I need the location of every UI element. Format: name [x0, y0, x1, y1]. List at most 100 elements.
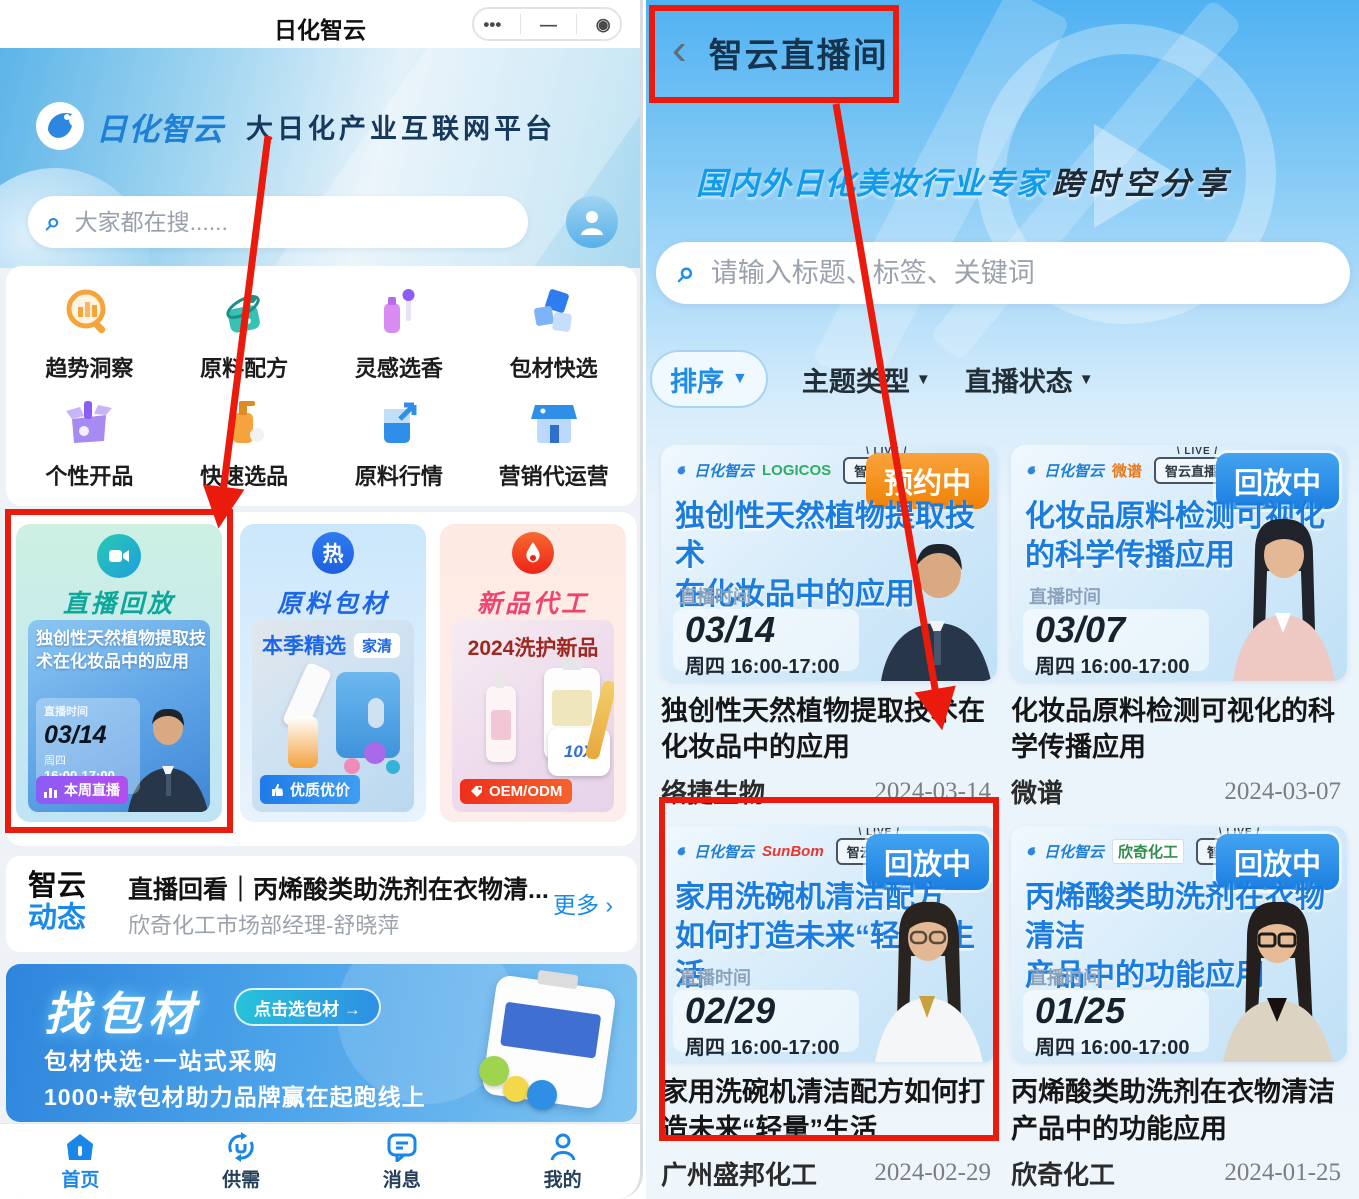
live-search-input[interactable] — [709, 257, 1328, 290]
materials-card[interactable]: 热 原料包材 本季精选 家清 — [240, 524, 426, 822]
grid-item-material-market[interactable]: 原料行情 — [322, 388, 477, 496]
tab-messages[interactable]: 消息 — [322, 1124, 483, 1199]
message-icon — [387, 1132, 417, 1162]
back-button[interactable]: ‹ — [672, 28, 687, 72]
banner-line2: 1000+款包材助力品牌赢在起跑线上 — [44, 1078, 426, 1112]
grid-label: 趋势洞察 — [45, 351, 133, 383]
live-room-screen: ‹ 智云直播间 国内外日化美妆行业专家跨时空分享 ⌕ 排序 ▼ 主题类型 ▼ 直… — [646, 0, 1359, 1199]
sort-filter[interactable]: 排序 ▼ — [650, 350, 768, 408]
brand-mini-logo: 日化智云 — [1023, 460, 1104, 481]
pink-pump-graphic — [486, 686, 516, 762]
tab-profile[interactable]: 我的 — [482, 1124, 643, 1199]
formula-atom-icon — [215, 285, 273, 343]
partner-logo-logicos: LOGICOS — [762, 462, 831, 479]
more-button[interactable]: ••• — [483, 16, 501, 33]
grid-item-packaging-quickpick[interactable]: 包材快选 — [476, 280, 631, 388]
brand-fish-icon — [673, 843, 690, 860]
date-panel: 01/25 周四 16:00-17:00 — [1023, 990, 1209, 1052]
live-card-caption[interactable]: 丙烯酸类助洗剂在衣物清洁产品中的功能应用 — [1011, 1074, 1347, 1146]
live-card-caption[interactable]: 家用洗碗机清洁配方如何打造未来“轻量”生活 — [661, 1074, 997, 1146]
speaker-photo — [867, 531, 997, 681]
news-subtitle: 欣奇化工市场部经理-舒晓萍 — [128, 908, 399, 940]
open-box-icon — [60, 393, 118, 451]
feature-grid: 趋势洞察 原料配方 灵感选香 — [6, 266, 637, 506]
tab-supply-demand[interactable]: 供需 — [161, 1124, 322, 1199]
chevron-down-icon: ▼ — [916, 371, 931, 388]
brand-mini-logo: 日化智云 — [1023, 841, 1104, 862]
poster-title: 独创性天然植物提取技术在化妆品中的应用 — [36, 628, 210, 674]
jug-handle — [368, 698, 384, 728]
choose-packaging-button[interactable]: 点击选包材 → — [234, 988, 381, 1026]
oem-header: 新品代工 — [440, 584, 626, 620]
live-card-caption[interactable]: 独创性天然植物提取技术在化妆品中的应用 — [661, 693, 997, 765]
partner-logo-xinqi: 欣奇化工 — [1112, 839, 1184, 864]
pod-blue — [527, 1080, 557, 1110]
live-card-poster: 日化智云 微谱 \ LIVE / 智云直播间 回放中 化妆品原料检测可视化的科学… — [1011, 445, 1347, 681]
home-search-bar[interactable]: ⌕ — [28, 196, 528, 248]
live-room-header: ‹ 智云直播间 — [672, 28, 889, 77]
grid-label: 原料配方 — [200, 351, 288, 383]
grid-item-trend-insight[interactable]: 趋势洞察 — [12, 280, 167, 388]
live-replay-header: 直播回放 — [16, 584, 222, 620]
grid-item-custom-product[interactable]: 个性开品 — [12, 388, 167, 496]
speaker-photo — [1207, 892, 1347, 1062]
grid-item-marketing-agency[interactable]: 营销代运营 — [476, 388, 631, 496]
hero-banner: 日化智云 大日化产业互联网平台 ⌕ — [0, 48, 643, 268]
live-cards-grid: 日化智云 LOGICOS \ LIVE / 智云直播间 预约中 独创性天然植物提… — [661, 445, 1347, 1192]
brand-name: 日化智云 — [96, 104, 224, 149]
profile-icon — [548, 1132, 578, 1162]
posted-date: 2024-02-29 — [874, 1159, 991, 1187]
this-week-live-badge: 本周直播 — [36, 776, 128, 804]
grid-item-scent-selection[interactable]: 灵感选香 — [322, 280, 477, 388]
grid-label: 包材快选 — [510, 351, 598, 383]
speaker-photo — [857, 892, 997, 1062]
mini-program-titlebar: 日化智云 ••• — ◉ — [0, 0, 640, 48]
brand-mini-logo: 日化智云 — [673, 841, 754, 862]
live-room-tagline: 国内外日化美妆行业专家跨时空分享 — [696, 158, 1232, 203]
live-card-acrylic-detergent[interactable]: 日化智云 欣奇化工 \ LIVE / 智云直播间 回放中 丙烯酸类助洗剂在衣物清… — [1011, 826, 1347, 1191]
time-label: 直播时间 — [1029, 964, 1101, 990]
video-camera-icon — [97, 534, 141, 578]
live-card-caption[interactable]: 化妆品原料检测可视化的科学传播应用 — [1011, 693, 1347, 765]
close-button[interactable]: ◉ — [596, 16, 611, 33]
thumbs-up-icon — [270, 783, 284, 797]
news-title[interactable]: 直播回看｜丙烯酸类助洗剂在衣物清... — [128, 870, 548, 906]
quality-price-badge: 优质优价 — [260, 775, 360, 804]
news-more-link[interactable]: 更多 › — [553, 886, 613, 920]
banner-line1: 包材快选·一站式采购 — [44, 1042, 279, 1076]
tab-home[interactable]: 首页 — [0, 1124, 161, 1199]
bottom-tab-bar: 首页 供需 消息 — [0, 1124, 643, 1199]
grid-item-fast-selection[interactable]: 快速选品 — [167, 388, 322, 496]
time-label: 直播时间 — [679, 583, 751, 609]
ball-purple — [364, 742, 386, 764]
live-card-cosmetic-testing[interactable]: 日化智云 微谱 \ LIVE / 智云直播间 回放中 化妆品原料检测可视化的科学… — [1011, 445, 1347, 810]
time-label: 直播时间 — [679, 964, 751, 990]
brand-fish-icon — [1023, 843, 1040, 860]
user-avatar[interactable] — [566, 196, 618, 248]
home-search-input[interactable] — [73, 208, 510, 237]
grid-label: 快速选品 — [200, 459, 288, 491]
news-strip[interactable]: 智云 动态 直播回看｜丙烯酸类助洗剂在衣物清... 欣奇化工市场部经理-舒晓萍 … — [6, 856, 637, 952]
oem-poster-title: 2024洗护新品 — [452, 632, 614, 662]
flame-icon — [512, 532, 554, 574]
live-status-filter[interactable]: 直播状态 ▼ — [965, 360, 1094, 399]
price-tag-icon — [470, 785, 483, 798]
company-name: 欣奇化工 — [1011, 1155, 1115, 1192]
live-replay-card[interactable]: 直播回放 独创性天然植物提取技术在化妆品中的应用 直播时间 03/14 周四 — [16, 524, 222, 822]
posted-date: 2024-03-07 — [1224, 778, 1341, 806]
live-card-plant-extract[interactable]: 日化智云 LOGICOS \ LIVE / 智云直播间 预约中 独创性天然植物提… — [661, 445, 997, 810]
posted-date: 2024-03-14 — [874, 778, 991, 806]
packaging-banner[interactable]: 找包材 点击选包材 → 包材快选·一站式采购 1000+款包材助力品牌赢在起跑线… — [6, 964, 637, 1122]
oem-card[interactable]: 新品代工 2024洗护新品 10X — [440, 524, 626, 822]
pump-bottle-icon — [215, 393, 273, 451]
live-search-bar[interactable]: ⌕ — [656, 242, 1350, 304]
grid-item-ingredient-formula[interactable]: 原料配方 — [167, 280, 322, 388]
grid-label: 灵感选香 — [355, 351, 443, 383]
pod-yellow — [503, 1076, 529, 1102]
minimize-button[interactable]: — — [540, 16, 557, 33]
company-name: 络捷生物 — [661, 773, 765, 810]
home-clean-tag: 家清 — [354, 633, 400, 658]
zhiyun-dongtai-logo: 智云 动态 — [28, 870, 86, 935]
live-card-dishwasher-formula[interactable]: 日化智云 SunBom \ LIVE / 智云直播间 回放中 家用洗碗机清洁配方… — [661, 826, 997, 1191]
topic-type-filter[interactable]: 主题类型 ▼ — [802, 360, 931, 399]
